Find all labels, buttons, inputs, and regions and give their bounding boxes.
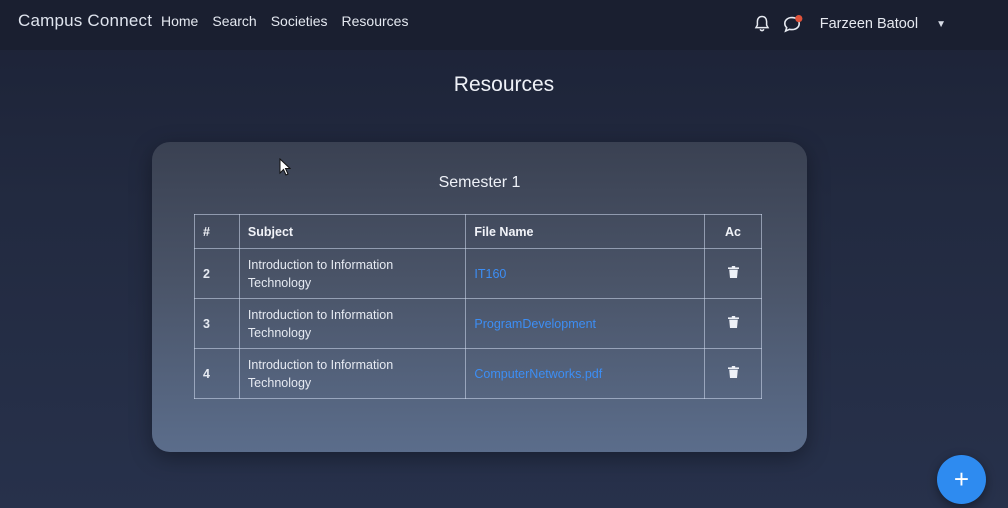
row-subject: Introduction to Information Technology <box>238 248 467 299</box>
column-header-number: # <box>194 214 240 249</box>
row-number: 3 <box>194 298 240 349</box>
file-link[interactable]: ProgramDevelopment <box>474 317 596 331</box>
nav-resources-link[interactable]: Resources <box>342 13 409 29</box>
semester-card: Semester 1 # Subject File Name Ac 2 Intr… <box>152 142 807 452</box>
mouse-cursor-icon <box>279 158 291 176</box>
chat-icon[interactable] <box>782 14 804 34</box>
user-area: Farzeen Batool ▼ <box>754 14 946 34</box>
column-header-subject: Subject <box>238 214 467 249</box>
resources-table: # Subject File Name Ac 2 Introduction to… <box>194 214 762 399</box>
top-navbar: Campus Connect Home Search Societies Res… <box>0 0 1008 50</box>
trash-icon[interactable] <box>727 366 739 381</box>
column-header-file-name: File Name <box>465 214 706 249</box>
table-header-row: # Subject File Name Ac <box>194 214 762 249</box>
bell-icon[interactable] <box>754 15 770 33</box>
user-menu[interactable]: Farzeen Batool <box>820 16 918 32</box>
nav-home-link[interactable]: Home <box>161 13 198 29</box>
row-number: 4 <box>194 348 240 399</box>
brand-logo[interactable]: Campus Connect <box>18 11 152 31</box>
row-subject: Introduction to Information Technology <box>238 348 467 399</box>
table-row: 4 Introduction to Information Technology… <box>194 348 762 399</box>
nav-search-link[interactable]: Search <box>212 13 256 29</box>
trash-icon[interactable] <box>727 266 739 281</box>
row-subject: Introduction to Information Technology <box>238 298 467 349</box>
page-title: Resources <box>453 73 555 96</box>
add-resource-button[interactable]: + <box>937 455 986 504</box>
nav-societies-link[interactable]: Societies <box>271 13 328 29</box>
plus-icon: + <box>953 464 970 494</box>
table-row: 3 Introduction to Information Technology… <box>194 298 762 349</box>
chevron-down-icon[interactable]: ▼ <box>936 19 946 30</box>
semester-title: Semester 1 <box>438 174 521 191</box>
column-header-actions: Ac <box>704 214 762 249</box>
nav-links: Home Search Societies Resources <box>161 13 408 29</box>
table-row: 2 Introduction to Information Technology… <box>194 248 762 299</box>
file-link[interactable]: ComputerNetworks.pdf <box>474 367 602 381</box>
file-link[interactable]: IT160 <box>474 267 506 281</box>
row-number: 2 <box>194 248 240 299</box>
trash-icon[interactable] <box>727 316 739 331</box>
